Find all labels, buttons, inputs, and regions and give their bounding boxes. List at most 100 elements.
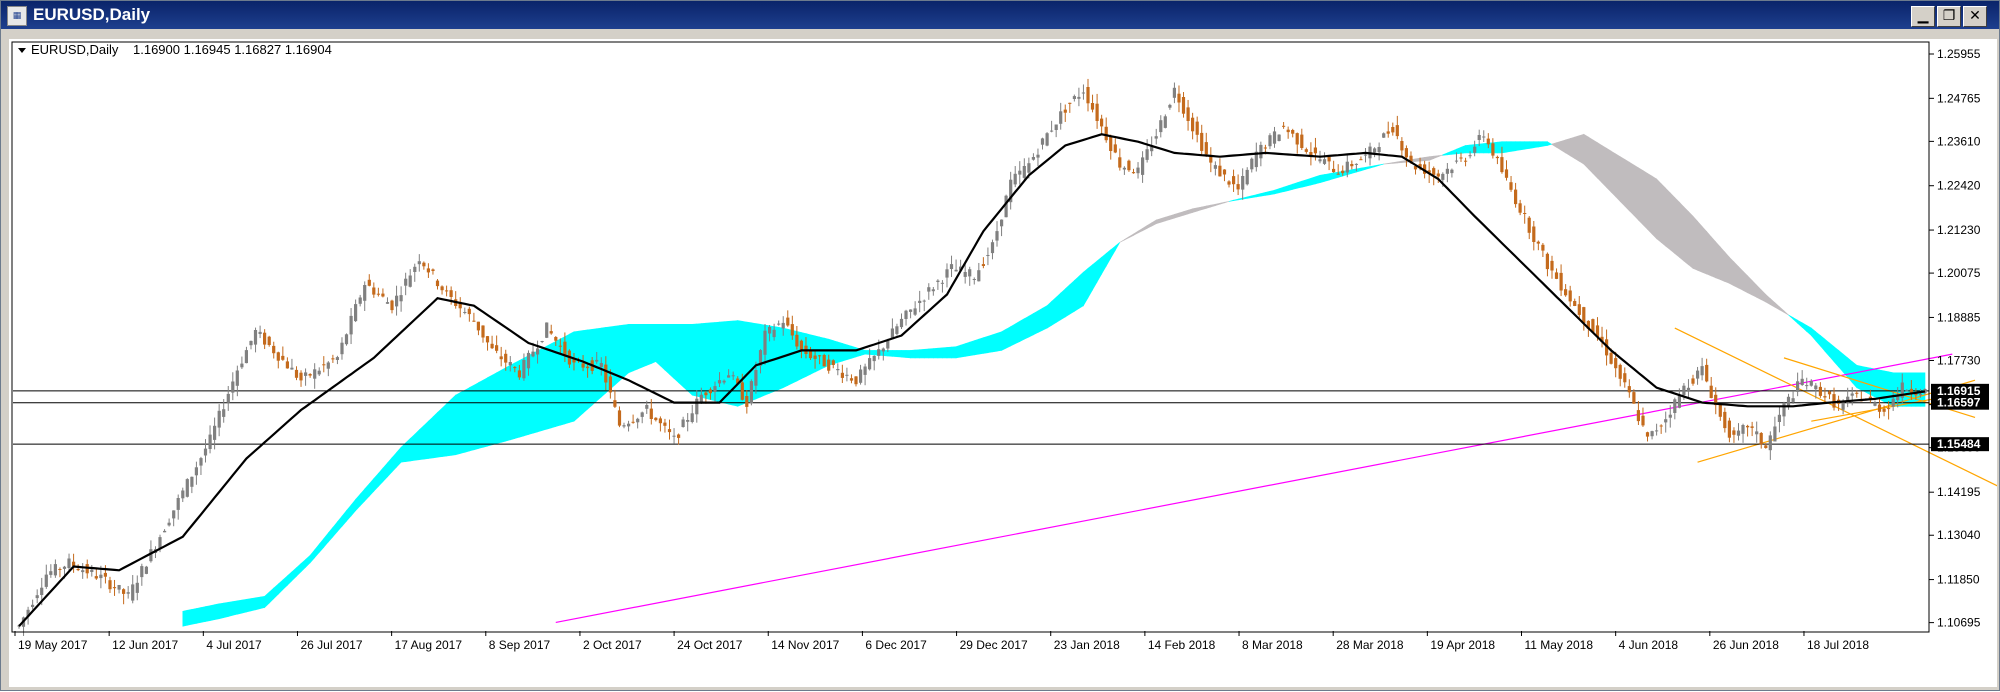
candle-body bbox=[1163, 116, 1167, 128]
candle-body bbox=[1582, 307, 1586, 323]
cloud-segment bbox=[1501, 141, 1507, 154]
candle-body bbox=[1391, 127, 1395, 133]
candle-body bbox=[936, 280, 940, 282]
cloud-segment bbox=[1738, 265, 1744, 291]
candle-body bbox=[1432, 168, 1436, 175]
cloud-segment bbox=[1565, 138, 1571, 157]
cloud-segment bbox=[228, 601, 234, 617]
cloud-segment bbox=[1074, 275, 1080, 312]
cloud-segment bbox=[1597, 142, 1603, 184]
candle-body bbox=[426, 268, 430, 273]
cloud-segment bbox=[1324, 173, 1330, 182]
candle-body bbox=[417, 261, 421, 265]
chart-area[interactable]: 1.25955 1.24765 1.23610 1.22420 1.21230 1.200… bbox=[9, 39, 2000, 687]
candle-body bbox=[485, 336, 490, 343]
cloud-segment bbox=[1483, 142, 1489, 154]
candle-body bbox=[1727, 420, 1731, 438]
cloud-segment bbox=[546, 343, 552, 430]
candle-body bbox=[1441, 173, 1445, 180]
candle-body bbox=[1395, 125, 1399, 137]
candle-body bbox=[508, 362, 512, 366]
cloud-segment bbox=[628, 323, 634, 374]
candle-body bbox=[1746, 425, 1750, 428]
candle-body bbox=[367, 279, 371, 286]
candle-body bbox=[868, 358, 872, 370]
cloud-segment bbox=[468, 384, 475, 452]
cloud-segment bbox=[946, 346, 952, 359]
candle-body bbox=[1887, 408, 1891, 410]
cloud-segment bbox=[664, 323, 670, 375]
candle-body bbox=[1523, 213, 1527, 214]
candle-body bbox=[695, 398, 699, 415]
cloud-segment bbox=[482, 377, 488, 448]
candle-body bbox=[554, 337, 558, 341]
candle-body bbox=[1773, 426, 1777, 442]
cloud-segment bbox=[200, 606, 206, 623]
cloud-segment bbox=[969, 340, 975, 356]
candle-body bbox=[1250, 158, 1254, 170]
candle-body bbox=[586, 366, 590, 369]
cloud-segment bbox=[196, 607, 202, 624]
candle-body bbox=[272, 345, 276, 354]
candle-body bbox=[67, 558, 71, 568]
title-bar[interactable]: ▦ EURUSD,Daily ▁ ❐ ✕ bbox=[1, 1, 1999, 29]
candle-body bbox=[949, 264, 954, 269]
candle-body bbox=[777, 323, 781, 325]
candle-body bbox=[1282, 125, 1286, 127]
candle-body bbox=[1004, 195, 1008, 218]
time-tick-label: 12 Jun 2017 bbox=[112, 638, 178, 652]
candle-body bbox=[49, 571, 53, 575]
cloud-segment bbox=[1333, 171, 1339, 180]
price-chart[interactable]: 1.25955 1.24765 1.23610 1.22420 1.21230 1.200… bbox=[9, 39, 2000, 687]
candle-body bbox=[1509, 182, 1513, 190]
price-tick-label: 1.17730 bbox=[1937, 353, 1981, 367]
cloud-segment bbox=[951, 346, 957, 359]
candle-body bbox=[1723, 411, 1727, 429]
cloud-segment bbox=[1519, 141, 1525, 151]
candle-body bbox=[1359, 159, 1363, 161]
candle-body bbox=[1518, 203, 1522, 213]
candle-body bbox=[140, 566, 144, 578]
candle-body bbox=[1336, 173, 1340, 175]
candle-body bbox=[731, 375, 735, 377]
candle-body bbox=[1668, 414, 1672, 418]
candle-body bbox=[99, 574, 103, 579]
cloud-segment bbox=[682, 323, 689, 392]
cloud-segment bbox=[1856, 364, 1862, 391]
candle-body bbox=[1213, 165, 1217, 169]
cloud-segment bbox=[1651, 175, 1657, 240]
minimize-icon[interactable]: ▁ bbox=[1911, 6, 1935, 27]
candle-body bbox=[185, 479, 189, 497]
candle-body bbox=[1404, 148, 1408, 158]
candle-body bbox=[58, 569, 62, 570]
candle-body bbox=[1809, 380, 1813, 386]
candle-body bbox=[677, 434, 681, 438]
candle-body bbox=[231, 381, 235, 393]
cloud-segment bbox=[1497, 141, 1503, 154]
time-tick-label: 23 Jan 2018 bbox=[1054, 638, 1120, 652]
cloud-segment bbox=[1001, 328, 1007, 351]
candle-body bbox=[1136, 167, 1140, 174]
cloud-segment bbox=[1701, 225, 1707, 275]
candle-body bbox=[1791, 398, 1795, 402]
cloud-segment bbox=[578, 330, 584, 418]
restore-icon[interactable]: ❐ bbox=[1937, 6, 1961, 27]
close-icon[interactable]: ✕ bbox=[1963, 6, 1987, 27]
candle-body bbox=[1263, 147, 1267, 149]
candle-body bbox=[1827, 391, 1832, 395]
cloud-segment bbox=[678, 323, 684, 388]
cloud-segment bbox=[441, 403, 447, 457]
candle-body bbox=[1686, 387, 1691, 391]
candle-body bbox=[1013, 173, 1017, 185]
cloud-segment bbox=[1037, 307, 1043, 333]
cloud-segment bbox=[569, 331, 575, 423]
cloud-segment bbox=[1619, 156, 1626, 207]
cloud-segment bbox=[1601, 144, 1607, 189]
candle-body bbox=[117, 585, 121, 590]
cloud-segment bbox=[1733, 261, 1739, 289]
candle-body bbox=[599, 363, 603, 367]
candle-body bbox=[1850, 393, 1854, 396]
candle-body bbox=[249, 340, 253, 346]
cloud-segment bbox=[496, 369, 502, 444]
candle-body bbox=[358, 297, 362, 304]
